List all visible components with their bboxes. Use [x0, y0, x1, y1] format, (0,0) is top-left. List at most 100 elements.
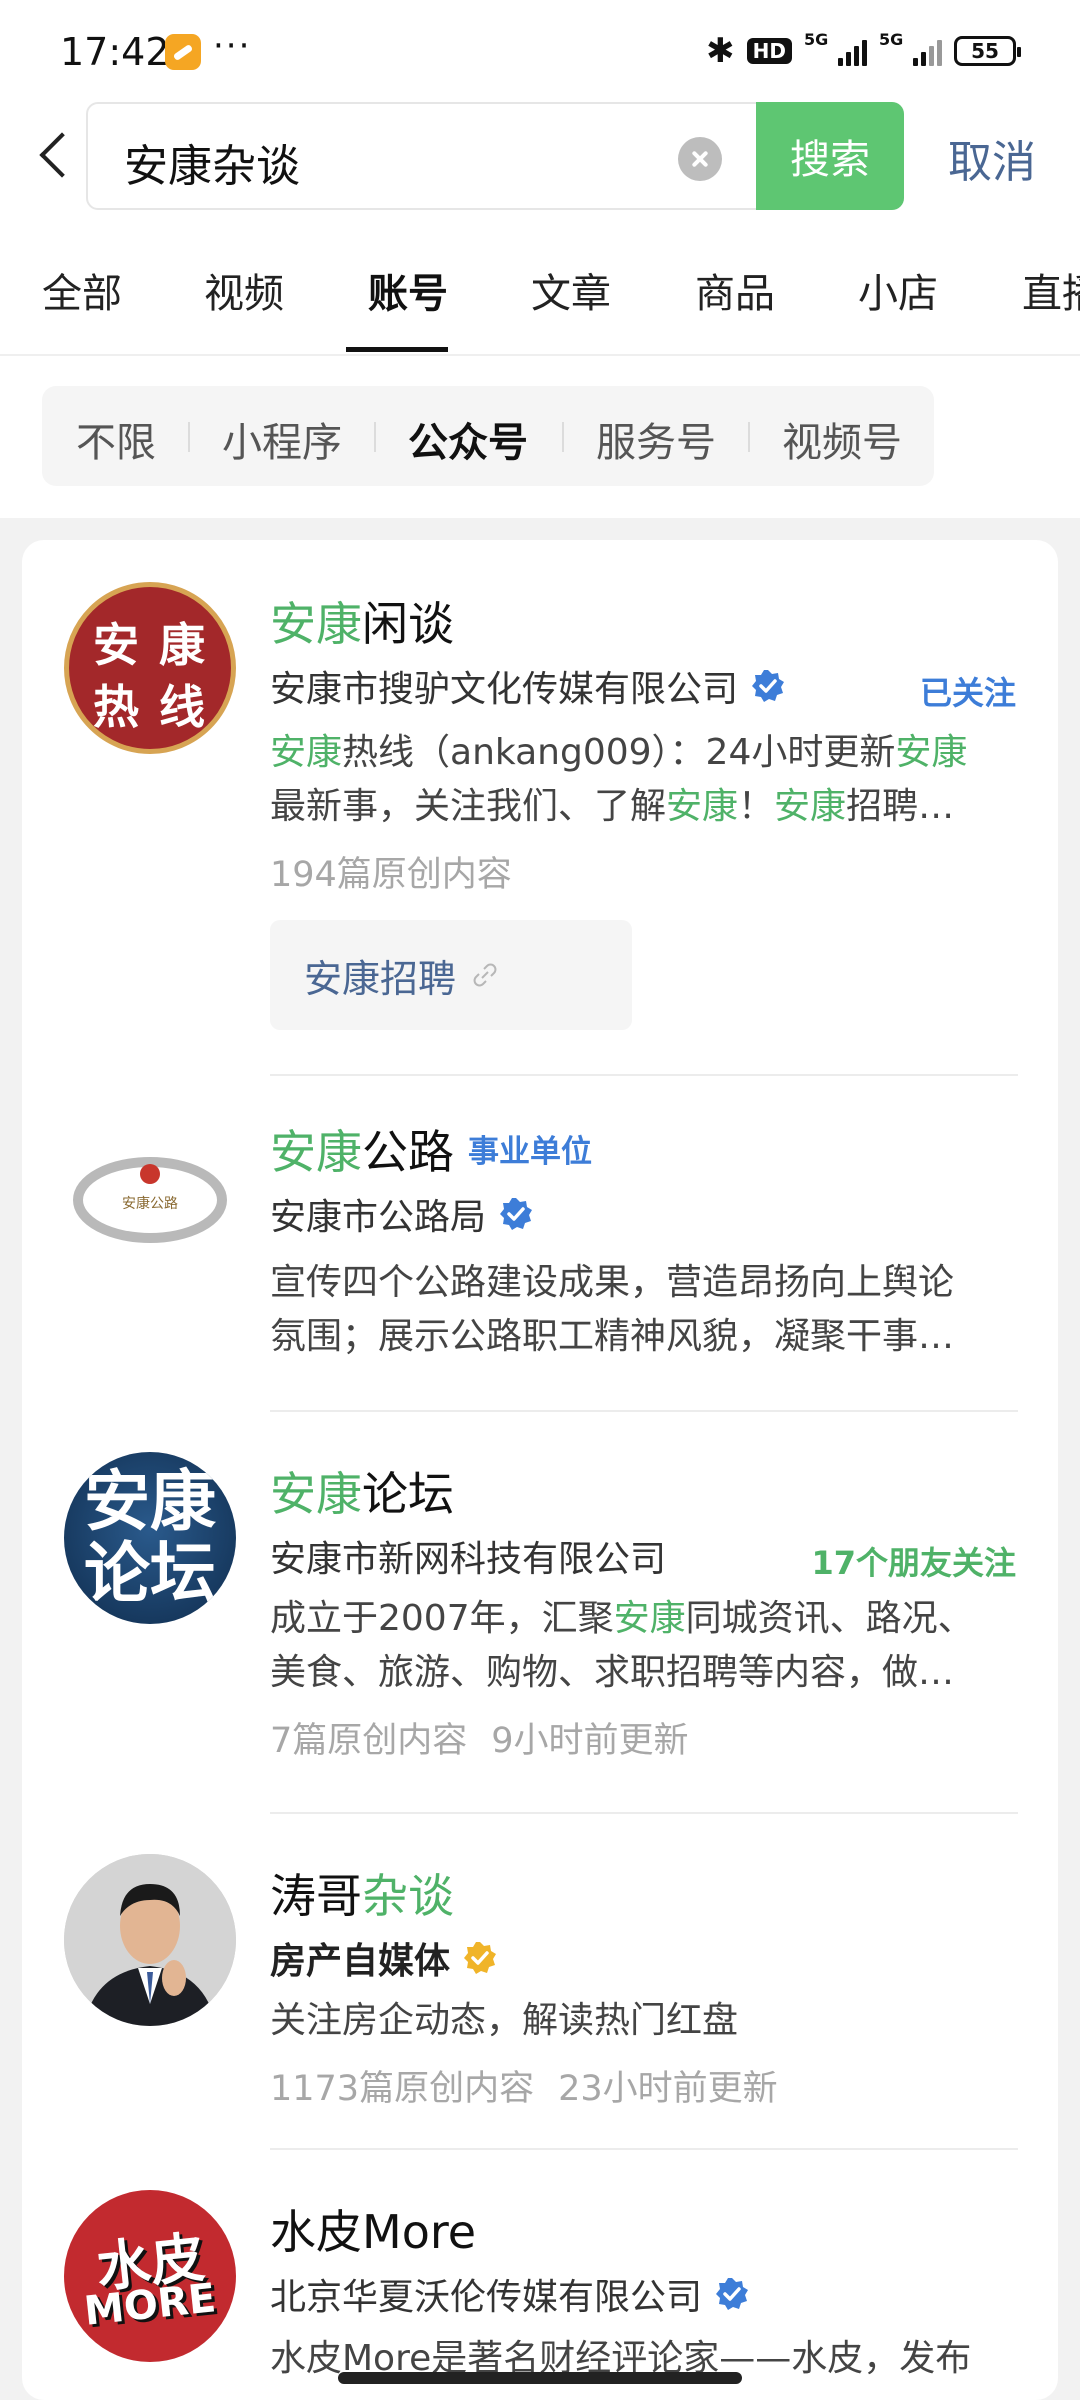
- tab-products[interactable]: 商品: [695, 261, 775, 319]
- avatar[interactable]: 水皮 MORE: [64, 2190, 236, 2362]
- signal-label: 5G: [804, 30, 829, 49]
- account-owner: 房产自媒体: [270, 1932, 498, 1984]
- cancel-button[interactable]: 取消: [948, 126, 1036, 190]
- desc-segment: 安康: [666, 786, 739, 827]
- results-list: 安 康 热 线 安康闲谈 安康市搜驴文化传媒有限公司 已关注 安康热线（anka…: [22, 540, 1058, 2400]
- desc-segment: 安康: [270, 732, 343, 773]
- filter-official-account[interactable]: 公众号: [408, 410, 528, 468]
- account-name[interactable]: 安康论坛: [270, 1458, 454, 1524]
- avatar[interactable]: [64, 1854, 236, 2026]
- desc-segment: 成立于2007年，汇聚: [270, 1598, 614, 1639]
- tab-live[interactable]: 直播: [1022, 261, 1080, 319]
- person-photo-icon: [64, 1854, 236, 2026]
- name-highlight: 安康: [270, 1467, 362, 1521]
- name-highlight: 杂谈: [362, 1869, 454, 1923]
- desc-segment: 安康: [895, 732, 968, 773]
- account-name[interactable]: 水皮More: [270, 2196, 476, 2262]
- description-line: 宣传四个公路建设成果，营造昂扬向上舆论: [270, 1262, 955, 1303]
- verified-gold-icon: [462, 1940, 498, 1976]
- name-rest: 论坛: [362, 1467, 454, 1521]
- avatar-text: 论坛: [84, 1535, 216, 1612]
- bluetooth-icon: ✱: [706, 31, 735, 71]
- original-count: 1173篇原创内容: [270, 2069, 535, 2109]
- tab-accounts[interactable]: 账号: [368, 261, 448, 319]
- last-updated: 23小时前更新: [558, 2069, 778, 2109]
- followed-label[interactable]: 已关注: [920, 668, 1016, 714]
- account-name[interactable]: 安康公路 事业单位: [270, 1116, 592, 1182]
- filter-service-account[interactable]: 服务号: [596, 410, 716, 468]
- desc-segment: 安康: [613, 1598, 686, 1639]
- list-item[interactable]: 安康 论坛 安康论坛 安康市新网科技有限公司 17个朋友关注 成立于2007年，…: [22, 1412, 1058, 1814]
- road-logo-icon: 安康公路: [73, 1157, 227, 1243]
- filter-mini-program[interactable]: 小程序: [222, 410, 342, 468]
- account-name[interactable]: 涛哥杂谈: [270, 1860, 454, 1926]
- description-line: 安康热线（ankang009）：24小时更新安康: [270, 726, 1020, 780]
- status-time: 17:42: [60, 30, 170, 74]
- mini-program-link[interactable]: 安康招聘: [270, 920, 632, 1030]
- original-count: 7篇原创内容: [270, 1721, 468, 1761]
- account-owner: 安康市新网科技有限公司: [270, 1530, 666, 1582]
- status-indicators: ✱ HD 5G 5G 55: [706, 30, 1021, 71]
- filter-channels[interactable]: 视频号: [782, 410, 902, 468]
- description-line: 氛围；展示公路职工精神风貌，凝聚干事…: [270, 1316, 955, 1357]
- last-updated: 9小时前更新: [491, 1721, 689, 1761]
- verified-blue-icon: [498, 1196, 534, 1232]
- active-tab-indicator: [346, 347, 448, 352]
- desc-segment: 安康: [774, 786, 847, 827]
- description-line: 成立于2007年，汇聚安康同城资讯、路况、: [270, 1592, 1020, 1646]
- account-description: 宣传四个公路建设成果，营造昂扬向上舆论 氛围；展示公路职工精神风貌，凝聚干事…: [270, 1256, 1020, 1364]
- clear-icon[interactable]: [678, 137, 722, 181]
- original-count: 194篇原创内容: [270, 855, 512, 895]
- divider: [374, 422, 376, 452]
- divider: [0, 354, 1080, 356]
- home-indicator[interactable]: [338, 2372, 742, 2384]
- category-tabs: 全部 视频 账号 文章 商品 小店 直播: [0, 255, 1080, 355]
- account-name[interactable]: 安康闲谈: [270, 588, 454, 654]
- owner-name: 安康市新网科技有限公司: [270, 1539, 667, 1580]
- avatar[interactable]: 安康公路: [64, 1110, 236, 1282]
- name-rest: 闲谈: [362, 597, 454, 651]
- desc-segment: 招聘…: [846, 786, 955, 827]
- back-button[interactable]: [30, 125, 80, 185]
- desc-segment: ！: [738, 786, 775, 827]
- desc-segment: 同城资讯、路况、: [685, 1598, 974, 1639]
- account-owner: 安康市公路局: [270, 1188, 534, 1240]
- avatar[interactable]: 安 康 热 线: [64, 582, 236, 754]
- account-type-filter: 不限 小程序 公众号 服务号 视频号: [42, 386, 934, 486]
- list-item[interactable]: 涛哥杂谈 房产自媒体 关注房企动态，解读热门红盘 1173篇原创内容 23小时前更…: [22, 1814, 1058, 2150]
- owner-name: 安康市搜驴文化传媒有限公司: [270, 669, 739, 710]
- desc-segment: 最新事，关注我们、了解: [270, 786, 667, 827]
- tab-articles[interactable]: 文章: [531, 261, 611, 319]
- list-item[interactable]: 安 康 热 线 安康闲谈 安康市搜驴文化传媒有限公司 已关注 安康热线（anka…: [22, 540, 1058, 1076]
- avatar-text: 热 线: [92, 680, 207, 734]
- divider: [748, 422, 750, 452]
- friends-following-label[interactable]: 17个朋友关注: [811, 1538, 1016, 1584]
- account-meta: 7篇原创内容 9小时前更新: [270, 1712, 689, 1763]
- institution-tag: 事业单位: [468, 1134, 592, 1170]
- list-item[interactable]: 水皮 MORE 水皮More 北京华夏沃伦传媒有限公司 水皮More是著名财经评…: [22, 2150, 1058, 2400]
- signal-label: 5G: [879, 30, 904, 49]
- desc-segment: 热线（ankang009）：24小时更新: [342, 732, 896, 773]
- account-description: 关注房企动态，解读热门红盘: [270, 1994, 1020, 2048]
- divider: [562, 422, 564, 452]
- name-rest: 公路: [362, 1125, 454, 1179]
- name-highlight: 安康: [270, 1125, 362, 1179]
- signal-icon: 5G: [879, 30, 942, 66]
- account-owner: 安康市搜驴文化传媒有限公司: [270, 660, 786, 712]
- owner-name: 安康市公路局: [270, 1197, 487, 1238]
- app-notification-icon: [165, 34, 201, 70]
- owner-name: 房产自媒体: [270, 1941, 451, 1982]
- account-meta: 1173篇原创内容 23小时前更新: [270, 2060, 778, 2111]
- tab-shops[interactable]: 小店: [858, 261, 938, 319]
- tab-all[interactable]: 全部: [42, 261, 122, 319]
- list-item[interactable]: 安康公路 安康公路 事业单位 安康市公路局 宣传四个公路建设成果，营造昂扬向上舆论…: [22, 1076, 1058, 1412]
- hd-voice-icon: HD: [746, 38, 792, 64]
- search-query[interactable]: 安康杂谈: [124, 130, 300, 194]
- avatar[interactable]: 安康 论坛: [64, 1452, 236, 1624]
- link-icon: [473, 963, 497, 987]
- account-owner: 北京华夏沃伦传媒有限公司: [270, 2268, 750, 2320]
- search-button[interactable]: 搜索: [756, 102, 904, 210]
- tab-video[interactable]: 视频: [204, 261, 284, 319]
- filter-any[interactable]: 不限: [76, 410, 156, 468]
- avatar-text: 安康公路: [122, 1195, 178, 1212]
